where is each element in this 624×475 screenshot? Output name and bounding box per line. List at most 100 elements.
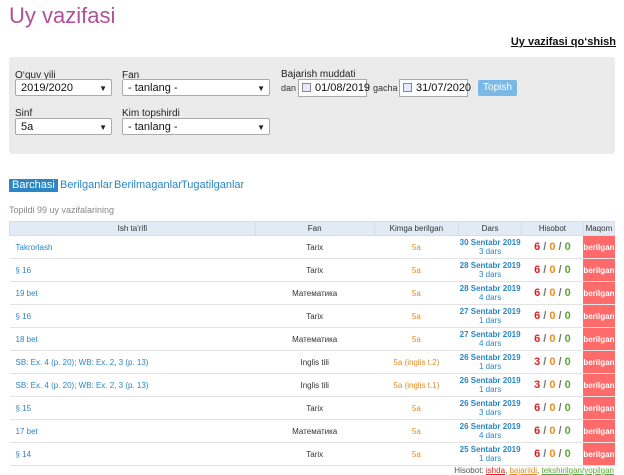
lesson-cell: 26 Sentabr 2019 4 dars	[458, 419, 522, 443]
fan-select[interactable]: - tanlang - ▼	[122, 79, 270, 96]
lesson-cell: 25 Sentabr 2019 1 dars	[458, 442, 522, 466]
homework-link[interactable]: 19 bet	[9, 281, 256, 305]
lesson-date: 25 Sentabr 2019	[459, 445, 521, 454]
report-separator: /	[555, 356, 565, 368]
homework-link[interactable]: § 14	[9, 442, 256, 466]
status-badge: berilgan	[583, 304, 615, 328]
header-description[interactable]: Ish ta'rifi	[9, 221, 256, 236]
report-separator: /	[540, 402, 550, 414]
lesson-count: 4 dars	[478, 431, 502, 440]
homework-link[interactable]: SB: Ex. 4 (p. 20); WB: Ex. 2, 3 (p. 13)	[9, 350, 256, 374]
status-badge: berilgan	[583, 281, 615, 305]
assigned-to-cell: 5a	[374, 327, 459, 351]
add-homework-link[interactable]: Uy vazifasi qo‘shish	[511, 36, 616, 48]
report-cell: 6 / 0 / 0	[521, 304, 584, 328]
lesson-date: 28 Sentabr 2019	[459, 261, 521, 270]
from-date-input[interactable]: 01/08/2019	[298, 79, 371, 97]
header-lesson[interactable]: Dars	[458, 221, 523, 236]
table-row[interactable]: 17 bet Математика 5a 26 Sentabr 2019 4 dars 6…	[9, 419, 615, 443]
report-checked-count: 0	[564, 333, 571, 345]
lesson-date: 26 Sentabr 2019	[459, 399, 521, 408]
homework-link[interactable]: SB: Ex. 4 (p. 20); WB: Ex. 2, 3 (p. 13)	[9, 373, 256, 397]
tab-all[interactable]: Barchasi	[9, 179, 58, 192]
report-separator: /	[540, 310, 550, 322]
report-checked-count: 0	[564, 448, 571, 460]
subject-cell: Математика	[255, 419, 374, 443]
tab-finished[interactable]: Tugatilganlar	[181, 179, 244, 192]
report-separator: /	[555, 402, 565, 414]
table-row[interactable]: 19 bet Математика 5a 28 Sentabr 2019 4 dars 6…	[9, 281, 615, 305]
report-checked-count: 0	[564, 425, 571, 437]
homework-link[interactable]: Takrorlash	[9, 235, 256, 259]
lesson-date: 26 Sentabr 2019	[459, 353, 521, 362]
subject-cell: Математика	[255, 281, 374, 305]
table-row[interactable]: 18 bet Математика 5a 27 Sentabr 2019 4 dars 6…	[9, 327, 615, 351]
tab-not-given[interactable]: Berilmaganlar	[114, 179, 182, 192]
assigned-to-cell: 5a (inglis t.1)	[374, 373, 459, 397]
header-assigned-to[interactable]: Kimga berilgan	[373, 221, 460, 236]
homework-link[interactable]: § 16	[9, 304, 256, 328]
header-status[interactable]: Maqom	[582, 221, 616, 236]
homework-link[interactable]: 18 bet	[9, 327, 256, 351]
lesson-cell: 26 Sentabr 2019 3 dars	[458, 396, 522, 420]
report-separator: /	[540, 448, 550, 460]
lesson-cell: 30 Sentabr 2019 3 dars	[458, 235, 522, 259]
homework-link[interactable]: § 15	[9, 396, 256, 420]
header-report[interactable]: Hisobot	[521, 221, 584, 236]
class-select[interactable]: 5a ▼	[15, 118, 112, 135]
to-date-input[interactable]: 31/07/2020	[399, 79, 472, 97]
table-row[interactable]: § 15 Tarix 5a 26 Sentabr 2019 3 dars 6 / 0 / …	[9, 396, 615, 420]
subject-cell: Математика	[255, 327, 374, 351]
report-cell: 6 / 0 / 0	[521, 396, 584, 420]
report-checked-count: 0	[564, 287, 571, 299]
table-row[interactable]: SB: Ex. 4 (p. 20); WB: Ex. 2, 3 (p. 13) I…	[9, 350, 615, 374]
filter-panel: O‘quv yili 2019/2020 ▼ Fan - tanlang - ▼…	[9, 57, 615, 154]
table-row[interactable]: § 16 Tarix 5a 27 Sentabr 2019 1 dars 6 / 0 / …	[9, 304, 615, 328]
report-separator: /	[540, 264, 550, 276]
given-by-select[interactable]: - tanlang - ▼	[122, 118, 270, 135]
lesson-cell: 27 Sentabr 2019 1 dars	[458, 304, 522, 328]
lesson-cell: 26 Sentabr 2019 1 dars	[458, 350, 522, 374]
fan-select-value: - tanlang -	[128, 82, 178, 94]
status-badge: berilgan	[583, 235, 615, 259]
report-separator: /	[540, 356, 550, 368]
report-separator: /	[555, 241, 565, 253]
report-separator: /	[555, 333, 565, 345]
table-row[interactable]: Takrorlash Tarix 5a 30 Sentabr 2019 3 dars 6 …	[9, 235, 615, 259]
report-checked-count: 0	[564, 310, 571, 322]
lesson-count: 3 dars	[478, 408, 502, 417]
homework-link[interactable]: § 16	[9, 258, 256, 282]
calendar-icon	[302, 83, 311, 92]
class-select-value: 5a	[21, 121, 34, 133]
tab-given[interactable]: Berilganlar	[60, 179, 113, 192]
lesson-count: 1 dars	[478, 385, 502, 394]
table-row[interactable]: § 14 Tarix 5a 25 Sentabr 2019 1 dars 6 / 0 / …	[9, 442, 615, 466]
report-cell: 3 / 0 / 0	[521, 373, 584, 397]
subject-cell: Tarix	[255, 258, 374, 282]
lesson-count: 4 dars	[478, 293, 502, 302]
calendar-icon	[403, 83, 412, 92]
table-row[interactable]: SB: Ex. 4 (p. 20); WB: Ex. 2, 3 (p. 13) I…	[9, 373, 615, 397]
header-subject[interactable]: Fan	[254, 221, 375, 236]
report-cell: 6 / 0 / 0	[521, 442, 584, 466]
subject-cell: Tarix	[255, 396, 374, 420]
report-separator: /	[555, 287, 565, 299]
lesson-count: 1 dars	[478, 362, 502, 371]
chevron-down-icon: ▼	[257, 123, 265, 132]
from-date-value: 01/08/2019	[315, 82, 371, 94]
table-row[interactable]: § 16 Tarix 5a 28 Sentabr 2019 3 dars 6 / 0 / …	[9, 258, 615, 282]
assigned-to-cell: 5a	[374, 304, 459, 328]
report-separator: /	[540, 241, 550, 253]
report-separator: /	[540, 287, 550, 299]
homework-link[interactable]: 17 bet	[9, 419, 256, 443]
subject-cell: Inglis tili	[255, 350, 374, 374]
assigned-to-cell: 5a	[374, 258, 459, 282]
lesson-count: 3 dars	[478, 247, 502, 256]
given-by-select-value: - tanlang -	[128, 121, 178, 133]
lesson-date: 30 Sentabr 2019	[459, 238, 521, 247]
search-button[interactable]: Topish	[478, 80, 517, 96]
year-select[interactable]: 2019/2020 ▼	[15, 79, 112, 96]
chevron-down-icon: ▼	[99, 123, 107, 132]
result-count: Topildi 99 uy vazifalarining	[9, 205, 115, 215]
to-date-value: 31/07/2020	[416, 82, 472, 94]
